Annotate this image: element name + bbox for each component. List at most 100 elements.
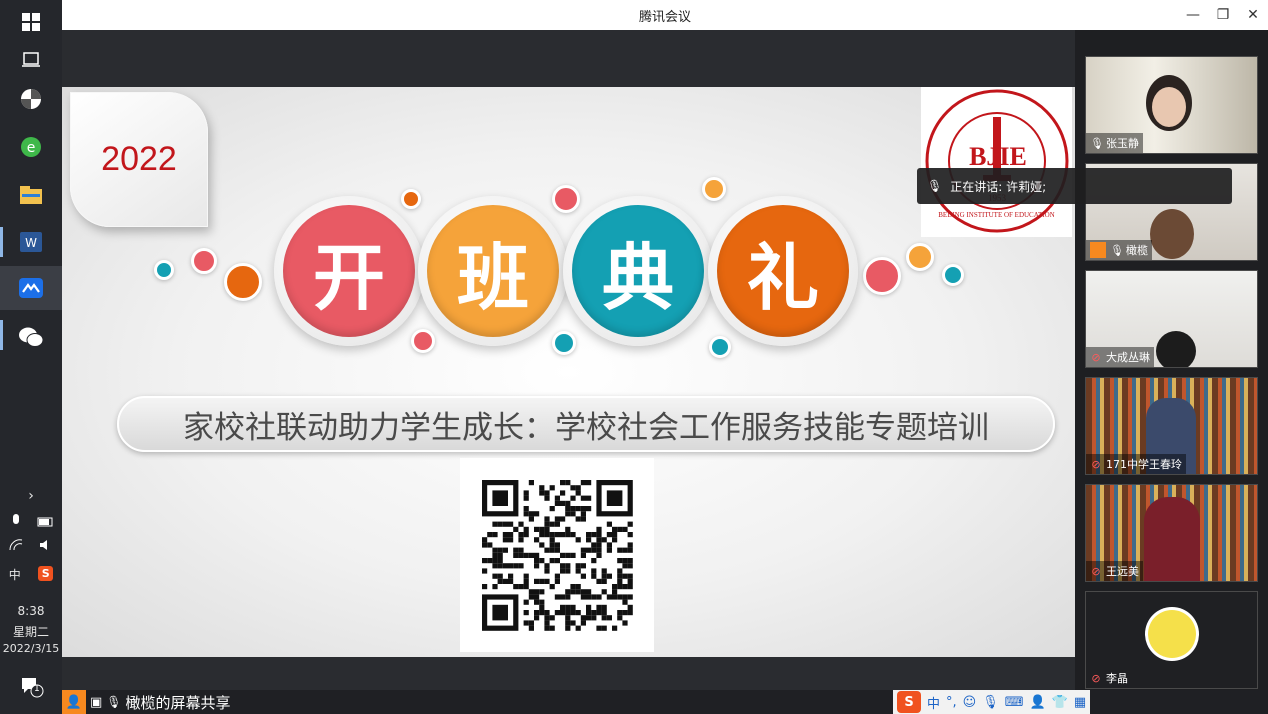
wechat-icon[interactable]	[0, 315, 62, 359]
tray-ime-indicator[interactable]: 中	[9, 566, 21, 583]
decor-dot	[942, 264, 964, 286]
institute-logo: BJIE 1953 BEIJING INSTITUTE OF EDUCATION	[921, 87, 1072, 237]
task-view-icon[interactable]	[0, 37, 62, 81]
share-screen-icon: ▣	[90, 694, 103, 710]
svg-text:W: W	[25, 236, 37, 250]
participant-name-bar: 🎙 张玉静	[1086, 133, 1143, 153]
clock-time[interactable]: 8:38	[0, 604, 62, 618]
participant-name: 171中学王春玲	[1106, 458, 1182, 471]
qr-code	[460, 458, 654, 652]
title-char-1: 开	[283, 205, 415, 337]
participant-name-bar: ⊘ 171中学王春玲	[1086, 454, 1186, 474]
title-circle-3: 典	[563, 196, 713, 346]
restore-icon[interactable]: ❐	[1208, 0, 1238, 30]
decor-dot	[709, 336, 731, 358]
mic-muted-icon: ⊘	[1091, 564, 1101, 578]
mic-on-icon: 🎙	[1110, 243, 1124, 257]
skin-icon[interactable]: 👕	[1052, 695, 1068, 710]
clock-date[interactable]: 2022/3/15	[0, 642, 62, 655]
browser-icon[interactable]: e	[0, 125, 62, 169]
decor-dot	[702, 177, 726, 201]
app-pinwheel-icon[interactable]	[0, 77, 62, 121]
tray-network-volume-icons[interactable]	[0, 538, 62, 555]
tray-ime-row[interactable]: 中 S	[0, 566, 62, 583]
ime-punct[interactable]: °,	[946, 695, 957, 710]
minimize-icon[interactable]: —	[1178, 0, 1208, 30]
title-circle-4: 礼	[708, 196, 858, 346]
window-titlebar: 腾讯会议 — ❐ ✕	[62, 0, 1268, 30]
user-icon[interactable]: 👤	[1030, 695, 1046, 710]
svg-text:e: e	[27, 140, 36, 156]
decor-dot	[863, 257, 901, 295]
voice-input-icon[interactable]: 🎙	[982, 695, 999, 710]
title-char-2: 班	[427, 205, 559, 337]
decor-dot	[401, 189, 421, 209]
sharer-avatar-icon: 👤	[62, 690, 86, 714]
decor-dot	[906, 243, 934, 271]
decor-dot	[411, 329, 435, 353]
participant-tile[interactable]: 🎙 张玉静	[1085, 56, 1258, 154]
participant-tile[interactable]: ⊘ 171中学王春玲	[1085, 377, 1258, 475]
participant-name-bar: ⊘ 大成丛琳	[1086, 347, 1154, 367]
host-avatar-icon	[1090, 242, 1106, 258]
participant-avatar	[1148, 610, 1196, 658]
word-icon[interactable]: W	[0, 220, 62, 264]
participant-panel: 🎙 张玉静 🎙 橄榄 ⊘ 大成丛琳 ⊘ 171中学王春玲 ⊘ 王远美 ⊘ 李晶	[1075, 30, 1268, 690]
participant-video	[1156, 331, 1196, 367]
mic-muted-icon: ⊘	[1091, 350, 1101, 364]
decor-dot	[552, 331, 576, 355]
share-mic-icon: 🎙	[106, 695, 122, 709]
participant-name: 大成丛琳	[1106, 351, 1150, 364]
participant-name-bar: ⊘ 王远美	[1086, 561, 1143, 581]
ime-toolbar[interactable]: S 中 °, ☺ 🎙 ⌨ 👤 👕 ▦	[893, 690, 1091, 714]
tencent-meeting-icon[interactable]	[0, 266, 62, 310]
window-title: 腾讯会议	[638, 9, 691, 25]
slide-subtitle: 家校社联动助力学生成长：学校社会工作服务技能专题培训	[117, 396, 1055, 452]
windows-taskbar: e W › 中 S 8:38 星期二 2022/3/15 1	[0, 0, 62, 714]
screen-share-label[interactable]: 👤 ▣ 🎙 橄榄的屏幕共享	[62, 690, 231, 714]
participant-tile[interactable]: ⊘ 大成丛琳	[1085, 270, 1258, 368]
mic-on-icon: 🎙	[1090, 136, 1104, 150]
participant-face	[1152, 87, 1186, 127]
title-char-3: 典	[572, 205, 704, 337]
file-explorer-icon[interactable]	[0, 173, 62, 217]
speaking-mic-icon: 🎙	[927, 179, 943, 193]
notification-count: 1	[34, 684, 40, 694]
participant-tile[interactable]: ⊘ 王远美	[1085, 484, 1258, 582]
speaking-indicator: 🎙 正在讲话: 许莉娅;	[917, 168, 1232, 204]
decor-dot	[191, 248, 217, 274]
clock-weekday[interactable]: 星期二	[0, 623, 62, 640]
decor-dot	[154, 260, 174, 280]
emoji-icon[interactable]: ☺	[963, 695, 977, 710]
decor-dot	[224, 263, 262, 301]
participant-name-bar: 🎙 橄榄	[1086, 240, 1152, 260]
participant-video	[1144, 497, 1200, 581]
close-icon[interactable]: ✕	[1238, 0, 1268, 30]
participant-tile[interactable]: ⊘ 李晶	[1085, 591, 1258, 689]
mic-muted-icon: ⊘	[1091, 457, 1101, 471]
sogou-logo-icon[interactable]: S	[897, 691, 921, 713]
notification-center-icon[interactable]: 1	[0, 676, 62, 701]
title-circle-2: 班	[418, 196, 568, 346]
participant-name: 王远美	[1106, 565, 1139, 578]
toolbox-icon[interactable]: ▦	[1074, 695, 1086, 710]
share-label-text: 橄榄的屏幕共享	[125, 693, 231, 712]
tray-mic-battery-icons[interactable]	[0, 514, 62, 531]
decor-dot	[552, 185, 580, 213]
participant-name: 橄榄	[1126, 244, 1148, 257]
shared-screen-area: 2022 开 班 典 礼 家校社联动助力学生成长：学校社会工作服务技能专题培训 …	[62, 30, 1075, 690]
title-char-4: 礼	[717, 205, 849, 337]
title-circle-1: 开	[274, 196, 424, 346]
logo-text: BEIJING INSTITUTE OF EDUCATION	[938, 211, 1055, 219]
participant-name-bar: ⊘ 李晶	[1086, 668, 1132, 688]
tray-expand-chevron-icon[interactable]: ›	[0, 488, 62, 504]
keyboard-icon[interactable]: ⌨	[1005, 695, 1024, 710]
participant-name: 张玉静	[1106, 137, 1139, 150]
mic-muted-icon: ⊘	[1091, 671, 1101, 685]
participant-name: 李晶	[1106, 672, 1128, 685]
year-badge: 2022	[70, 92, 208, 227]
sogou-ime-icon[interactable]: S	[38, 566, 54, 581]
participant-video	[1150, 209, 1194, 259]
ime-lang[interactable]: 中	[927, 693, 940, 712]
speaking-label: 正在讲话: 许莉娅;	[950, 179, 1047, 194]
